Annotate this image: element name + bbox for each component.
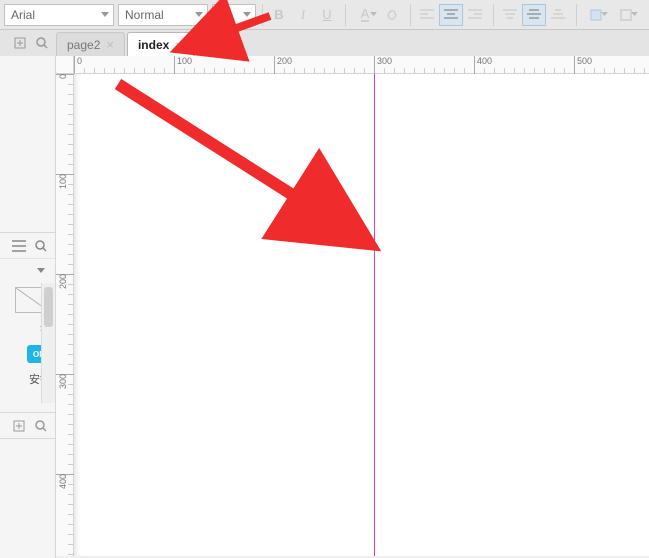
align-top-icon [503,9,517,21]
align-center-button[interactable] [439,4,463,26]
font-size-value: 13 [219,8,232,22]
bold-button[interactable]: B [267,4,291,26]
side-panel-header [0,233,55,259]
search-icon[interactable] [34,35,50,51]
fill-group [576,4,641,26]
add-page-icon[interactable] [12,35,28,51]
font-style-select[interactable]: Normal [118,4,208,26]
horizontal-ruler[interactable]: 0100200300400500600 [74,56,649,74]
align-right-button[interactable] [463,4,487,26]
canvas-area: 0100200300400500600 0100200300400500 [56,56,649,556]
chevron-down-icon [195,12,203,18]
font-color-button[interactable]: A [350,4,380,26]
fill-color-button[interactable] [581,4,611,26]
vertical-guide[interactable] [374,74,375,556]
tab-page2[interactable]: page2 × [56,32,125,56]
font-family-value: Arial [11,8,35,22]
page-tab-bar: page2 × index × [0,30,649,56]
side-panel-library: 符 ON 安钮 [0,232,56,412]
side-panel-pages [0,56,56,232]
canvas[interactable] [74,74,649,556]
close-icon[interactable]: × [106,37,114,52]
tab-bar-tools [0,30,56,56]
align-top-button[interactable] [498,4,522,26]
tab-index[interactable]: index × [127,32,194,57]
add-icon[interactable] [11,418,27,434]
align-middle-icon [527,9,541,21]
align-left-icon [420,9,434,21]
chevron-down-icon [243,12,251,18]
align-bottom-button[interactable] [546,4,570,26]
ruler-tick-label: 200 [58,274,68,289]
tab-label: index [138,38,169,52]
side-panel-masters [0,438,56,558]
chevron-down-icon [631,12,638,17]
vertical-ruler[interactable]: 0100200300400500 [56,74,74,556]
italic-button[interactable]: I [291,4,315,26]
border-color-button[interactable] [611,4,641,26]
ruler-tick-label: 0 [74,56,82,74]
align-v-group [493,4,570,26]
text-style-group: B I U [262,4,339,26]
link-icon [385,8,399,22]
scrollbar-thumb[interactable] [44,287,53,327]
align-right-icon [468,9,482,21]
page-edge-shadow [74,74,82,556]
close-icon[interactable]: × [175,38,183,53]
chevron-down-icon [370,12,377,17]
link-button[interactable] [380,4,404,26]
align-bottom-icon [551,9,565,21]
tab-label: page2 [67,38,100,52]
ruler-corner [56,56,74,74]
search-icon[interactable] [33,238,49,254]
font-color-icon: A [361,8,370,22]
ruler-tick-label: 400 [58,474,68,489]
search-icon[interactable] [33,418,49,434]
align-middle-button[interactable] [522,4,546,26]
scrollbar[interactable] [41,283,55,403]
chevron-down-icon [601,12,608,17]
chevron-down-icon [101,12,109,18]
ruler-tick-label: 300 [58,374,68,389]
menu-icon[interactable] [11,238,27,254]
align-center-icon [444,9,458,21]
align-h-group [410,4,487,26]
ruler-tick-label: 0 [58,74,68,79]
format-toolbar: Arial Normal 13 B I U A [0,0,649,30]
font-size-select[interactable]: 13 [212,4,256,26]
text-color-group: A [345,4,404,26]
underline-button[interactable]: U [315,4,339,26]
font-style-value: Normal [125,8,164,22]
ruler-tick-label: 100 [58,174,68,189]
side-panel-masters-header [0,412,56,438]
font-family-select[interactable]: Arial [4,4,114,26]
align-left-button[interactable] [415,4,439,26]
chevron-down-icon[interactable] [33,263,49,279]
